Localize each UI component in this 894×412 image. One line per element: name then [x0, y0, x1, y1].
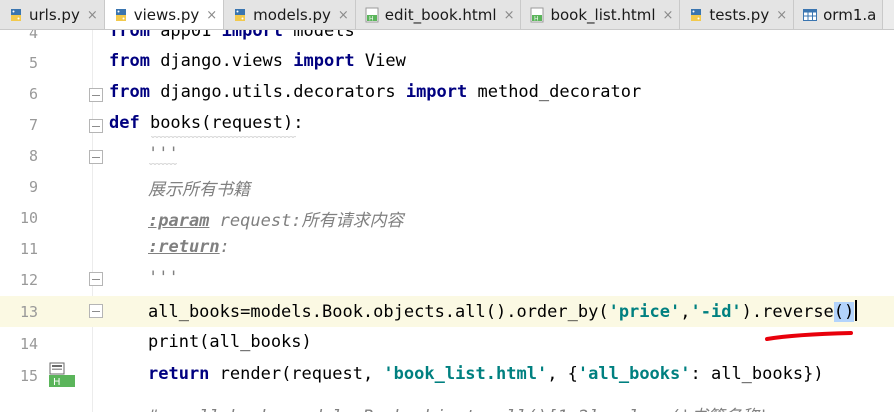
svg-text:H: H: [534, 16, 539, 23]
line-number: 9: [28, 178, 38, 196]
tab-label: models.py: [253, 6, 331, 24]
line-number: 10: [19, 209, 38, 227]
code-text: print(all_books): [148, 332, 312, 352]
code-text: from app01 import models: [109, 30, 355, 41]
tab-models-py[interactable]: models.py ×: [224, 0, 356, 29]
tab-orm1[interactable]: orm1.a: [794, 0, 884, 29]
line-number: 15: [19, 367, 38, 385]
line-number: 4: [28, 30, 38, 42]
tab-urls-py[interactable]: urls.py ×: [0, 0, 105, 29]
html-file-icon: H: [529, 7, 545, 23]
code-editor[interactable]: 4 from app01 import models 5 from django…: [0, 30, 894, 412]
code-line: 12 ''': [0, 265, 894, 296]
close-icon[interactable]: ×: [504, 8, 515, 23]
code-line: 5 from django.views import View: [0, 48, 894, 79]
code-line: 10 :param request:所有请求内容: [0, 203, 894, 234]
line-number: 14: [19, 335, 38, 353]
comment-text: # all_books=models.Book.objects.all()[1:…: [148, 402, 769, 412]
weak-warning-underline: [151, 136, 296, 139]
close-icon[interactable]: ×: [206, 8, 217, 23]
fold-marker-icon[interactable]: [89, 150, 103, 164]
editor-tab-bar: urls.py × views.py × models.py × H edit_…: [0, 0, 894, 30]
tab-tests-py[interactable]: tests.py ×: [680, 0, 795, 29]
docstring-text: ''': [148, 144, 179, 164]
docstring-text: :return:: [148, 237, 230, 257]
code-line: 14 print(all_books): [0, 327, 894, 358]
tab-label: edit_book.html: [384, 6, 497, 24]
tab-book-list-html[interactable]: H book_list.html ×: [521, 0, 681, 29]
close-icon[interactable]: ×: [338, 8, 349, 23]
python-file-icon: [688, 7, 704, 23]
docstring-text: :param request:所有请求内容: [148, 211, 404, 231]
code-text: from django.utils.decorators import meth…: [109, 82, 642, 102]
fold-marker-icon[interactable]: [89, 119, 103, 133]
tab-edit-book-html[interactable]: H edit_book.html ×: [355, 0, 522, 29]
weak-warning-underline: [149, 163, 177, 166]
code-text: all_books=models.Book.objects.all().orde…: [148, 300, 858, 322]
python-file-icon: [113, 7, 129, 23]
related-template-gutter-icon[interactable]: H: [48, 362, 78, 388]
tab-label: views.py: [133, 6, 200, 24]
current-code-line: 13 all_books=models.Book.objects.all().o…: [0, 296, 894, 327]
python-file-icon: [8, 7, 24, 23]
line-number: 11: [19, 240, 38, 258]
code-line: # all_books=models.Book.objects.all()[1:…: [0, 390, 894, 412]
line-number: 13: [19, 303, 38, 321]
python-file-icon: [232, 7, 248, 23]
line-number: 6: [28, 85, 38, 103]
line-number: 7: [28, 116, 38, 134]
code-line: 15 return render(request, 'book_list.htm…: [0, 359, 894, 390]
code-line: 4 from app01 import models: [0, 30, 894, 49]
tab-views-py[interactable]: views.py ×: [104, 0, 225, 29]
code-line: 8 ''': [0, 141, 894, 172]
tab-label: orm1.a: [823, 6, 877, 24]
tab-label: book_list.html: [550, 6, 656, 24]
tab-label: tests.py: [709, 6, 770, 24]
fold-marker-icon[interactable]: [89, 304, 103, 318]
close-icon[interactable]: ×: [87, 8, 98, 23]
close-icon[interactable]: ×: [776, 8, 787, 23]
fold-marker-icon[interactable]: [89, 88, 103, 102]
code-line: 11 :return:: [0, 234, 894, 265]
code-text: from django.views import View: [109, 51, 406, 71]
code-line: 9 展示所有书籍: [0, 172, 894, 203]
close-icon[interactable]: ×: [663, 8, 674, 23]
code-line: 6 from django.utils.decorators import me…: [0, 79, 894, 110]
docstring-text: ''': [148, 268, 179, 288]
matched-brace-highlight: (): [833, 302, 855, 322]
tab-label: urls.py: [29, 6, 80, 24]
line-number: 5: [28, 54, 38, 72]
red-underline-annotation: [765, 331, 853, 341]
fold-marker-icon[interactable]: [89, 272, 103, 286]
docstring-text: 展示所有书籍: [148, 180, 250, 200]
svg-text:H: H: [53, 377, 61, 388]
line-number: 8: [28, 147, 38, 165]
table-file-icon: [802, 7, 818, 23]
line-number: 12: [19, 271, 38, 289]
code-text: def books(request):: [109, 113, 304, 133]
text-caret: [855, 300, 858, 321]
html-file-icon: H: [364, 7, 380, 23]
code-text: return render(request, 'book_list.html',…: [148, 364, 824, 384]
svg-text:H: H: [369, 16, 374, 23]
code-line: 7 def books(request):: [0, 110, 894, 141]
